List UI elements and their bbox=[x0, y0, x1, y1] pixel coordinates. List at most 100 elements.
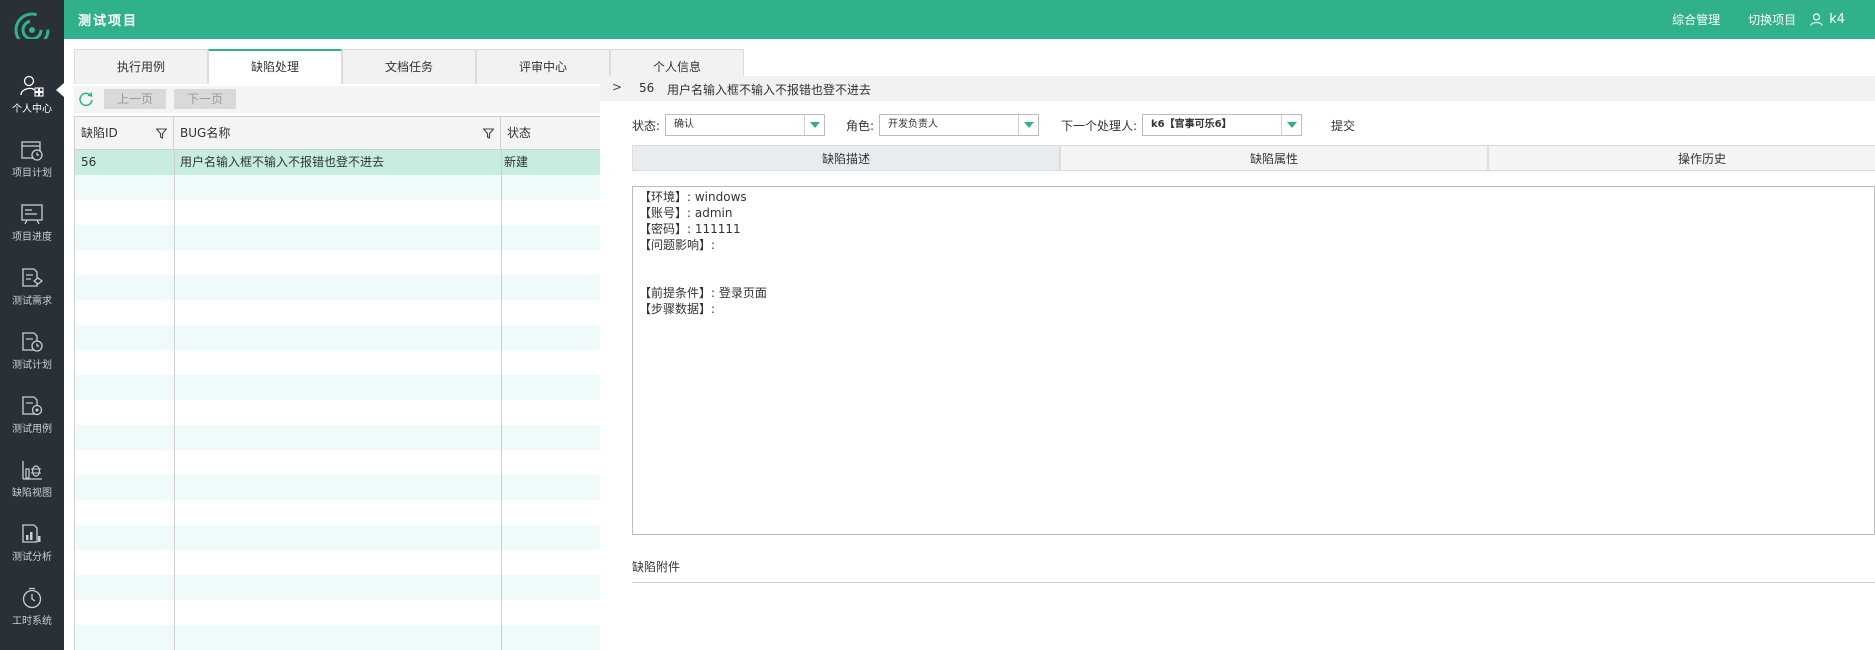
attachments-label: 缺陷附件 bbox=[632, 560, 681, 574]
description-line: 【步骤数据】: bbox=[639, 302, 716, 316]
next-page-button[interactable]: 下一页 bbox=[174, 89, 236, 109]
description-line: 【密码】: 111111 bbox=[639, 222, 741, 236]
project-title: 测试项目 bbox=[78, 14, 139, 29]
sidebar-item-project-progress[interactable]: 项目进度 bbox=[0, 193, 64, 255]
status-label: 状态: bbox=[632, 119, 661, 133]
sidebar-label: 个人中心 bbox=[12, 104, 52, 115]
general-management-link[interactable]: 综合管理 bbox=[1672, 11, 1720, 28]
empty-row bbox=[75, 275, 600, 300]
chevron-down-icon bbox=[1018, 115, 1038, 135]
next-handler-select[interactable]: k6【官事可乐6】 bbox=[1142, 114, 1302, 136]
refresh-icon[interactable] bbox=[78, 91, 94, 107]
tab-operation-history[interactable]: 操作历史 bbox=[1488, 145, 1875, 171]
list-toolbar: 上一页 下一页 bbox=[74, 86, 600, 113]
column-header-status[interactable]: 状态 bbox=[501, 117, 600, 150]
sidebar-item-timesheet[interactable]: 工时系统 bbox=[0, 577, 64, 639]
tab-execute-cases[interactable]: 执行用例 bbox=[74, 49, 208, 84]
description-line: 【环境】: windows bbox=[639, 190, 747, 204]
filter-icon[interactable] bbox=[156, 128, 167, 139]
stopwatch-icon bbox=[22, 587, 42, 609]
detail-sub-tabs: 缺陷描述 缺陷属性 操作历史 bbox=[632, 145, 1875, 171]
user-menu[interactable]: k4 bbox=[1810, 12, 1845, 27]
empty-row bbox=[75, 550, 600, 575]
sidebar-item-project-plan[interactable]: 项目计划 bbox=[0, 129, 64, 191]
empty-row bbox=[75, 450, 600, 475]
sidebar-label: 测试需求 bbox=[12, 296, 52, 307]
detail-defect-id: 56 bbox=[639, 81, 655, 95]
empty-row bbox=[75, 325, 600, 350]
defect-list-grid: 缺陷ID BUG名称 状态 56 用户名输入框不输入不报错也登不进去 新建 bbox=[74, 116, 600, 650]
column-divider bbox=[174, 150, 175, 650]
next-handler-label: 下一个处理人: bbox=[1061, 119, 1138, 133]
header-nav: 综合管理 切换项目 k4 bbox=[1644, 11, 1845, 28]
cell-defect-id: 56 bbox=[81, 155, 97, 169]
sidebar-label: 测试分析 bbox=[12, 552, 52, 563]
user-name: k4 bbox=[1829, 12, 1845, 27]
empty-row bbox=[75, 575, 600, 600]
empty-row bbox=[75, 625, 600, 650]
left-sidebar: 个人中心 项目计划 项目进度 测试需求 测试计划 测试用例 缺陷视图 测试分析 … bbox=[0, 39, 64, 650]
description-line bbox=[639, 269, 1868, 285]
description-line: 【账号】: admin bbox=[639, 206, 733, 220]
empty-row bbox=[75, 400, 600, 425]
sidebar-item-test-cases[interactable]: 测试用例 bbox=[0, 385, 64, 447]
sidebar-label: 测试用例 bbox=[12, 424, 52, 435]
status-select[interactable]: 确认 bbox=[665, 114, 825, 136]
cell-bug-name: 用户名输入框不输入不报错也登不进去 bbox=[180, 155, 385, 169]
prev-page-button[interactable]: 上一页 bbox=[104, 89, 166, 109]
user-icon bbox=[1810, 13, 1823, 26]
collapse-arrow-icon[interactable]: > bbox=[612, 80, 622, 94]
empty-row bbox=[75, 200, 600, 225]
attachments-divider bbox=[632, 582, 1875, 583]
empty-row bbox=[75, 500, 600, 525]
role-select[interactable]: 开发负责人 bbox=[879, 114, 1039, 136]
detail-title-bar: > 56 用户名输入框不输入不报错也登不进去 bbox=[600, 76, 1875, 101]
defect-detail-panel: > 56 用户名输入框不输入不报错也登不进去 状态: 确认 角色: 开发负责人 … bbox=[600, 76, 1875, 650]
bar-analysis-icon bbox=[22, 524, 41, 543]
column-divider bbox=[501, 150, 502, 650]
chevron-down-icon bbox=[1281, 115, 1301, 135]
empty-row bbox=[75, 250, 600, 275]
table-row[interactable]: 56 用户名输入框不输入不报错也登不进去 新建 bbox=[75, 150, 600, 175]
empty-row bbox=[75, 425, 600, 450]
description-editor[interactable]: 【环境】: windows 【账号】: admin 【密码】: 111111 【… bbox=[632, 186, 1875, 535]
calendar-clock-icon bbox=[21, 141, 43, 161]
progress-chart-icon bbox=[21, 204, 43, 225]
switch-project-link[interactable]: 切换项目 bbox=[1748, 11, 1796, 28]
submit-button[interactable]: 提交 bbox=[1331, 117, 1355, 134]
sidebar-item-test-plan[interactable]: 测试计划 bbox=[0, 321, 64, 383]
empty-row bbox=[75, 175, 600, 200]
description-line: 【问题影响】: bbox=[639, 238, 716, 252]
tab-document-tasks[interactable]: 文档任务 bbox=[342, 49, 476, 84]
sidebar-item-test-requirements[interactable]: 测试需求 bbox=[0, 257, 64, 319]
empty-row bbox=[75, 525, 600, 550]
sidebar-item-personal-center[interactable]: 个人中心 bbox=[0, 65, 64, 127]
description-line: 【前提条件】: 登录页面 bbox=[639, 286, 767, 300]
doc-clock-icon bbox=[22, 332, 43, 352]
requirement-doc-icon bbox=[22, 268, 43, 287]
sidebar-item-defect-view[interactable]: 缺陷视图 bbox=[0, 449, 64, 511]
description-line bbox=[639, 253, 1868, 269]
tab-review-center[interactable]: 评审中心 bbox=[476, 49, 610, 84]
empty-row bbox=[75, 375, 600, 400]
filter-icon[interactable] bbox=[483, 128, 494, 139]
bug-view-icon bbox=[22, 461, 42, 480]
empty-row bbox=[75, 300, 600, 325]
sidebar-label: 项目计划 bbox=[12, 168, 52, 179]
sidebar-item-test-analysis[interactable]: 测试分析 bbox=[0, 513, 64, 575]
empty-row bbox=[75, 600, 600, 625]
sidebar-label: 项目进度 bbox=[12, 232, 52, 243]
tab-defect-properties[interactable]: 缺陷属性 bbox=[1060, 145, 1488, 171]
user-grid-icon bbox=[20, 75, 44, 97]
top-header: 测试项目 综合管理 切换项目 k4 bbox=[0, 0, 1875, 39]
grid-header: 缺陷ID BUG名称 状态 bbox=[75, 116, 600, 150]
column-header-defect-id[interactable]: 缺陷ID bbox=[75, 117, 174, 150]
cell-status: 新建 bbox=[504, 155, 529, 169]
sidebar-label: 测试计划 bbox=[12, 360, 52, 371]
workflow-form: 状态: 确认 角色: 开发负责人 下一个处理人: k6【官事可乐6】 提交 bbox=[600, 113, 1875, 137]
tab-defect-handling[interactable]: 缺陷处理 bbox=[208, 49, 342, 84]
grid-body: 56 用户名输入框不输入不报错也登不进去 新建 bbox=[75, 150, 600, 650]
empty-row bbox=[75, 475, 600, 500]
tab-defect-description[interactable]: 缺陷描述 bbox=[632, 145, 1060, 171]
column-header-bug-name[interactable]: BUG名称 bbox=[174, 117, 501, 150]
